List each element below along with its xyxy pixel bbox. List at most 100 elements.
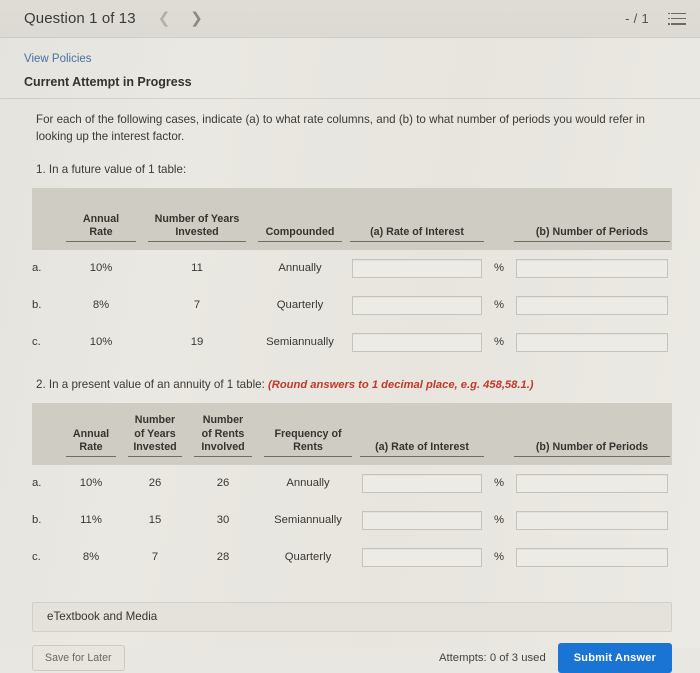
attempt-status: Current Attempt in Progress (24, 75, 192, 89)
cell-annual-rate: 8% (82, 551, 100, 564)
chevron-right-icon[interactable]: ❯ (190, 11, 203, 26)
number-of-periods-input[interactable] (516, 547, 668, 567)
cell-rate-of-interest-input[interactable] (358, 539, 486, 576)
number-of-periods-input[interactable] (516, 295, 668, 315)
row-letter: a. (32, 262, 42, 275)
cell-years-invested: 19 (190, 336, 204, 349)
cell-number-of-periods-input[interactable] (512, 287, 672, 324)
cell-annual-rate: 10% (89, 336, 113, 349)
header-cell-annual-rate: Annual Rate (60, 402, 122, 465)
header-cell-rate-of-interest: (a) Rate of Interest (358, 402, 486, 465)
header-cell-letter (32, 187, 60, 250)
row-letter: c. (32, 336, 41, 349)
row-letter: b. (32, 514, 42, 527)
number-of-periods-input[interactable] (516, 473, 668, 493)
percent-sign: % (493, 262, 505, 275)
submit-answer-button[interactable]: Submit Answer (557, 642, 672, 673)
cell-years-invested: 26 (148, 477, 162, 490)
cell-number-of-periods-input[interactable] (512, 324, 672, 361)
cell-years-invested: 11 (191, 262, 203, 275)
rate-of-interest-input[interactable] (362, 473, 482, 493)
question-footer: Save for Later Attempts: 0 of 3 used Sub… (32, 642, 672, 673)
cell-compounded: Quarterly (276, 299, 324, 312)
cell-rate-of-interest-input[interactable] (348, 250, 486, 287)
table-header-row: Annual Rate Number of Years Invested Compo… (32, 187, 672, 250)
question-prompt: For each of the following cases, indicat… (36, 113, 645, 143)
header-cell-number-of-periods: (b) Number of Periods (512, 187, 672, 250)
header-number-of-periods: (b) Number of Periods (514, 441, 670, 457)
rate-of-interest-input[interactable] (352, 332, 482, 352)
section-2-label: 2. In a present value of an annuity of 1… (0, 378, 700, 391)
list-menu-icon[interactable] (668, 12, 686, 25)
percent-sign: % (493, 551, 505, 564)
divider (0, 98, 700, 99)
header-rents-involved: Number of Rents Involved (194, 414, 252, 457)
rounding-note: (Round answers to 1 decimal place, e.g. … (268, 378, 534, 391)
cell-rents-involved: 28 (216, 551, 230, 564)
number-of-periods-input[interactable] (516, 258, 668, 278)
number-of-periods-input[interactable] (516, 510, 668, 530)
header-rate-of-interest: (a) Rate of Interest (350, 226, 484, 242)
header-cell-frequency: Frequency of Rents (258, 402, 358, 465)
percent-sign: % (493, 514, 505, 527)
cell-number-of-periods-input[interactable] (512, 465, 672, 502)
rate-of-interest-input[interactable] (352, 258, 482, 278)
percent-sign: % (493, 477, 505, 490)
table-row: a. 10% 26 26 Annually % (32, 465, 672, 502)
cell-years-invested: 7 (193, 299, 201, 312)
etextbook-and-media-bar[interactable]: eTextbook and Media (32, 601, 672, 632)
header-cell-percent (486, 187, 512, 250)
percent-sign: % (493, 299, 505, 312)
cell-number-of-periods-input[interactable] (512, 250, 672, 287)
cell-years-invested: 7 (151, 551, 159, 564)
question-nav: ❮ ❯ (158, 11, 203, 26)
cell-compounded: Semiannually (266, 336, 334, 349)
cell-rate-of-interest-input[interactable] (348, 324, 486, 361)
chevron-left-icon[interactable]: ❮ (158, 11, 171, 26)
header-cell-years-invested: Number of Years Invested (142, 187, 252, 250)
header-cell-years-invested: Number of Years Invested (122, 402, 188, 465)
cell-annual-rate: 8% (92, 299, 110, 312)
cell-rate-of-interest-input[interactable] (358, 465, 486, 502)
cell-annual-rate: 11% (80, 514, 102, 527)
view-policies-link[interactable]: View Policies (0, 53, 92, 65)
header-years-invested: Number of Years Invested (148, 213, 246, 242)
row-letter: a. (32, 477, 42, 490)
rate-of-interest-input[interactable] (362, 547, 482, 567)
rate-of-interest-input[interactable] (362, 510, 482, 530)
header-years-invested: Number of Years Invested (128, 414, 182, 457)
cell-rate-of-interest-input[interactable] (358, 502, 486, 539)
table-row: c. 10% 19 Semiannually % (32, 324, 672, 361)
row-letter: c. (32, 551, 41, 564)
section-1-label: 1. In a future value of 1 table: (36, 162, 187, 176)
cell-rate-of-interest-input[interactable] (348, 287, 486, 324)
header-rate-of-interest: (a) Rate of Interest (360, 441, 484, 457)
cell-frequency: Quarterly (284, 551, 332, 564)
header-number-of-periods: (b) Number of Periods (514, 226, 670, 242)
header-compounded: Compounded (258, 226, 342, 242)
cell-annual-rate: 10% (79, 477, 103, 490)
cell-frequency: Semiannually (274, 514, 342, 527)
header-cell-percent (486, 402, 512, 465)
table-row: b. 8% 7 Quarterly % (32, 287, 672, 324)
row-letter: b. (32, 299, 42, 312)
header-annual-rate: Annual Rate (66, 428, 116, 457)
rate-of-interest-input[interactable] (352, 295, 482, 315)
cell-frequency: Annually (286, 477, 330, 490)
future-value-table: Annual Rate Number of Years Invested Compo… (32, 187, 672, 361)
header-cell-number-of-periods: (b) Number of Periods (512, 402, 672, 465)
table-row: c. 8% 7 28 Quarterly % (32, 539, 672, 576)
save-for-later-button[interactable]: Save for Later (32, 644, 125, 671)
cell-number-of-periods-input[interactable] (512, 502, 672, 539)
header-cell-rate-of-interest: (a) Rate of Interest (348, 187, 486, 250)
cell-rents-involved: 26 (216, 477, 230, 490)
section-2-text: 2. In a present value of an annuity of 1… (36, 377, 265, 391)
percent-sign: % (493, 336, 505, 349)
score-indicator: - / 1 (625, 11, 649, 26)
present-value-annuity-table: Annual Rate Number of Years Invested Number… (32, 402, 672, 576)
question-toolbar: Question 1 of 13 ❮ ❯ - / 1 (0, 0, 700, 38)
cell-number-of-periods-input[interactable] (512, 539, 672, 576)
number-of-periods-input[interactable] (516, 332, 668, 352)
table-row: b. 11% 15 30 Semiannually % (32, 502, 672, 539)
cell-compounded: Annually (278, 262, 322, 275)
